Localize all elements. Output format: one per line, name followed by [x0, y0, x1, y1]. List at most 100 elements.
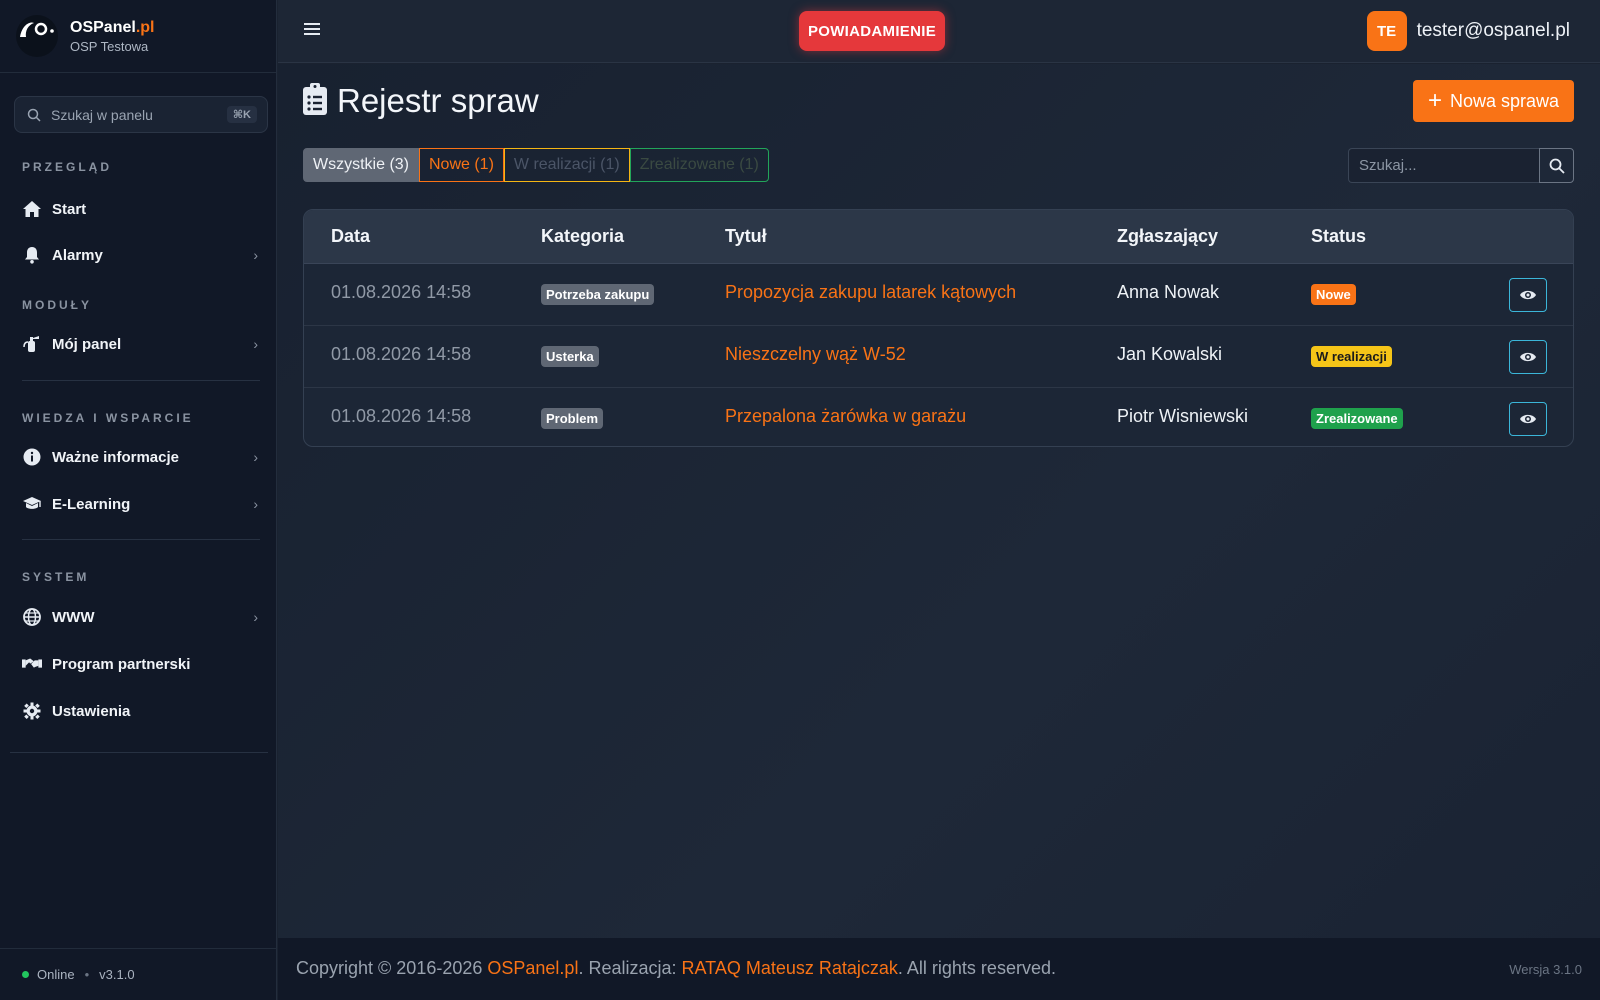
column-header-date[interactable]: Data: [331, 226, 370, 247]
section-label-knowledge: WIEDZA I WSPARCIE: [22, 411, 194, 425]
new-case-label: Nowa sprawa: [1449, 90, 1560, 111]
case-title-link[interactable]: Nieszczelny wąż W-52: [725, 344, 906, 365]
footer-brand-link[interactable]: OSPanel.pl: [487, 958, 578, 978]
table-header: Data Kategoria Tytuł Zgłaszający Status: [304, 210, 1573, 264]
row-reporter: Jan Kowalski: [1117, 344, 1223, 364]
table-row: 01.08.2026 14:58 Potrzeba zakupu Propozy…: [304, 264, 1573, 326]
sidebar-footer: Online • v3.1.0: [0, 948, 277, 1000]
chevron-right-icon: ›: [253, 247, 258, 263]
chevron-right-icon: ›: [253, 449, 258, 465]
plus-icon: +: [1427, 87, 1442, 114]
status-badge: Nowe: [1311, 284, 1356, 305]
view-case-button[interactable]: [1509, 278, 1547, 312]
case-title-link[interactable]: Propozycja zakupu latarek kątowych: [725, 282, 1016, 303]
sidebar-divider: [22, 539, 260, 540]
sidebar-item-wazne-informacje[interactable]: Ważne informacje ›: [14, 437, 268, 477]
sidebar-item-label: Program partnerski: [52, 655, 191, 673]
new-case-button[interactable]: + Nowa sprawa: [1413, 80, 1574, 122]
sidebar-item-e-learning[interactable]: E-Learning ›: [14, 484, 268, 524]
sidebar: OSPanel.pl OSP Testowa Szukaj w panelu ⌘…: [0, 0, 277, 1000]
sidebar-item-label: Ustawienia: [52, 702, 131, 720]
page-footer: Copyright © 2016-2026 OSPanel.pl. Realiz…: [278, 938, 1600, 1000]
app-version: v3.1.0: [99, 967, 135, 982]
section-label-overview: PRZEGLĄD: [22, 160, 112, 174]
bell-icon: [22, 245, 42, 265]
clipboard-list-icon: [303, 82, 327, 120]
column-header-status[interactable]: Status: [1311, 226, 1366, 247]
search-icon: [27, 108, 41, 122]
row-reporter: Piotr Wisniewski: [1117, 406, 1249, 426]
filter-completed[interactable]: Zrealizowane (1): [629, 148, 769, 182]
gear-icon: [22, 701, 42, 721]
info-icon: [22, 447, 42, 467]
sidebar-item-alarmy[interactable]: Alarmy ›: [14, 235, 268, 275]
case-search: Szukaj...: [1348, 148, 1574, 183]
sidebar-item-label: Ważne informacje: [52, 448, 179, 466]
chevron-right-icon: ›: [253, 496, 258, 512]
table-row: 01.08.2026 14:58 Problem Przepalona żaró…: [304, 388, 1573, 446]
sidebar-item-moj-panel[interactable]: Mój panel ›: [14, 324, 268, 364]
status-badge: Zrealizowane: [1311, 408, 1403, 429]
separator: •: [84, 967, 90, 982]
sidebar-search-input[interactable]: Szukaj w panelu ⌘K: [14, 96, 268, 133]
online-status-label: Online: [37, 967, 75, 982]
topbar: POWIADAMIENIE TE tester@ospanel.pl: [278, 0, 1600, 63]
filter-all[interactable]: Wszystkie (3): [303, 148, 419, 182]
eye-icon: [1520, 414, 1536, 424]
main-content: Rejestr spraw + Nowa sprawa Wszystkie (3…: [278, 64, 1600, 938]
handshake-icon: [22, 654, 42, 674]
column-header-reporter[interactable]: Zgłaszający: [1117, 226, 1218, 247]
view-case-button[interactable]: [1509, 340, 1547, 374]
sidebar-item-label: E-Learning: [52, 495, 131, 513]
copyright-mid: . Realizacja:: [578, 958, 682, 978]
status-badge: W realizacji: [1311, 346, 1392, 367]
eye-icon: [1520, 290, 1536, 300]
eye-icon: [1520, 352, 1536, 362]
search-button[interactable]: [1539, 148, 1574, 183]
row-date: 01.08.2026 14:58: [331, 344, 472, 364]
category-badge: Usterka: [541, 346, 599, 367]
sidebar-divider: [10, 752, 268, 753]
sidebar-item-start[interactable]: Start: [14, 189, 268, 229]
column-header-title[interactable]: Tytuł: [725, 226, 767, 247]
filter-in-progress[interactable]: W realizacji (1): [503, 148, 630, 182]
user-email: tester@ospanel.pl: [1416, 20, 1570, 41]
cases-table: Data Kategoria Tytuł Zgłaszający Status …: [303, 209, 1574, 447]
column-header-category[interactable]: Kategoria: [541, 226, 624, 247]
sidebar-item-label: Alarmy: [52, 246, 103, 264]
case-title-link[interactable]: Przepalona żarówka w garażu: [725, 406, 966, 427]
sidebar-item-ustawienia[interactable]: Ustawienia: [14, 691, 268, 731]
view-case-button[interactable]: [1509, 402, 1547, 436]
row-date: 01.08.2026 14:58: [331, 406, 472, 426]
sidebar-item-program-partnerski[interactable]: Program partnerski: [14, 644, 268, 684]
category-badge: Problem: [541, 408, 604, 429]
page-title: Rejestr spraw: [303, 82, 539, 120]
sidebar-item-www[interactable]: WWW ›: [14, 597, 268, 637]
search-icon: [1549, 158, 1565, 174]
shortcut-badge: ⌘K: [226, 106, 257, 123]
brand[interactable]: OSPanel.pl OSP Testowa: [0, 0, 276, 73]
sidebar-item-label: WWW: [52, 608, 95, 626]
footer-version: Wersja 3.1.0: [1509, 962, 1582, 977]
home-icon: [22, 199, 42, 219]
copyright-suffix: . All rights reserved.: [897, 958, 1056, 978]
filter-new[interactable]: Nowe (1): [419, 148, 504, 182]
brand-logo: [16, 15, 58, 57]
brand-subtitle: OSP Testowa: [70, 38, 149, 54]
online-status-dot: [22, 971, 29, 978]
sidebar-item-label: Mój panel: [52, 335, 122, 353]
status-filter-group: Wszystkie (3) Nowe (1) W realizacji (1) …: [303, 148, 769, 182]
fire-extinguisher-icon: [22, 334, 42, 354]
chevron-right-icon: ›: [253, 336, 258, 352]
notification-button[interactable]: POWIADAMIENIE: [799, 11, 945, 51]
table-row: 01.08.2026 14:58 Usterka Nieszczelny wąż…: [304, 326, 1573, 388]
copyright: Copyright © 2016-2026 OSPanel.pl. Realiz…: [296, 958, 1056, 979]
brand-name: OSPanel.pl: [70, 18, 155, 36]
user-menu[interactable]: TE tester@ospanel.pl: [1366, 11, 1570, 51]
category-badge: Potrzeba zakupu: [541, 284, 655, 305]
case-search-input[interactable]: Szukaj...: [1348, 148, 1539, 183]
row-reporter: Anna Nowak: [1117, 282, 1220, 302]
chevron-right-icon: ›: [253, 609, 258, 625]
footer-author-link[interactable]: RATAQ Mateusz Ratajczak: [682, 958, 898, 978]
menu-toggle-icon[interactable]: [303, 20, 325, 42]
